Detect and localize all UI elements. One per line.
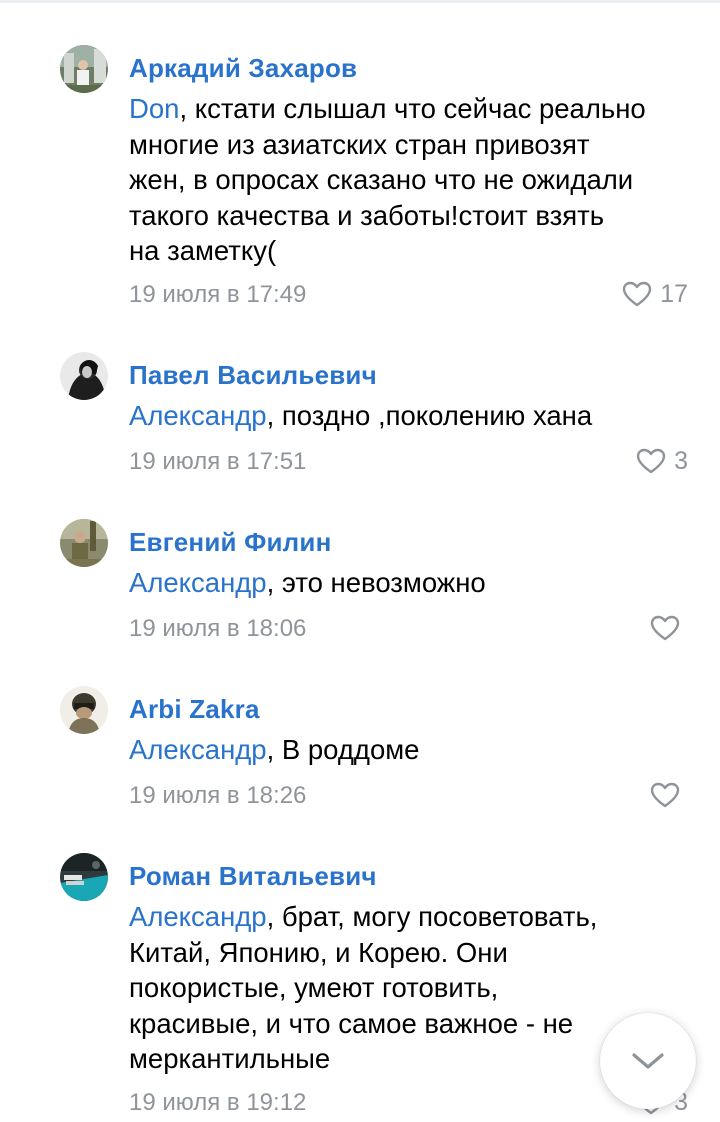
comment-text-line: многие из азиатских стран привозят: [129, 128, 590, 160]
reply-mention-link[interactable]: Александр: [129, 400, 267, 431]
comment-text-line: , кстати слышал что сейчас реально: [179, 93, 646, 124]
like-count: 17: [660, 279, 688, 308]
user-photo-icon: [60, 45, 108, 93]
chevron-down-icon: [632, 1053, 664, 1069]
comment-date[interactable]: 19 июля в 19:12: [129, 1089, 306, 1117]
comment-text: Александр, В роддоме: [129, 732, 699, 768]
comment-text-line: такого качества и заботы!стоит взять: [129, 199, 605, 231]
avatar[interactable]: [60, 853, 108, 901]
comment-author[interactable]: Роман Витальевич: [129, 861, 377, 892]
comment-text-line: , поздно ,поколению хана: [266, 400, 593, 431]
comment-text-line: покористые, умеют готовить,: [129, 972, 499, 1003]
heart-outline-icon: [650, 615, 680, 641]
comment-date[interactable]: 19 июля в 17:51: [129, 448, 306, 476]
comment-text-line: меркантильные: [129, 1043, 331, 1074]
user-photo-icon: [60, 853, 108, 901]
comment-date[interactable]: 19 июля в 18:26: [129, 782, 306, 810]
comment-text-line: на заметку(: [129, 235, 277, 266]
heart-outline-icon: [622, 281, 652, 307]
comment-author[interactable]: Павел Васильевич: [129, 360, 377, 391]
comment-text: Александр, поздно ,поколению хана: [129, 398, 699, 434]
comment-author[interactable]: Аркадий Захаров: [129, 53, 357, 84]
comment-text-line: , В роддоме: [266, 734, 420, 765]
avatar[interactable]: [60, 686, 108, 734]
avatar[interactable]: [60, 519, 108, 567]
reply-mention-link[interactable]: Don: [129, 93, 179, 124]
comment-date[interactable]: 19 июля в 17:49: [129, 281, 306, 309]
avatar[interactable]: [60, 352, 108, 400]
comment-text-line: красивые, и что самое важное - не: [129, 1007, 574, 1039]
reply-mention-link[interactable]: Александр: [129, 567, 267, 598]
comment-text-line: , брат, могу посоветовать,: [266, 901, 598, 932]
comment-author[interactable]: Евгений Филин: [129, 527, 332, 558]
scroll-down-button[interactable]: [600, 1013, 696, 1109]
comment-text: Don, кстати слышал что сейчас реально мн…: [129, 91, 699, 269]
like-button[interactable]: [650, 780, 688, 810]
comment-text: Александр, это невозможно: [129, 565, 699, 601]
reply-mention-link[interactable]: Александр: [129, 901, 267, 932]
reply-mention-link[interactable]: Александр: [129, 734, 267, 765]
heart-outline-icon: [650, 782, 680, 808]
comment-author[interactable]: Arbi Zakra: [129, 694, 260, 725]
like-button[interactable]: 3: [636, 446, 688, 476]
top-divider: [0, 0, 720, 3]
comment-text-line: жен, в опросах сказано что не ожидали: [129, 164, 634, 195]
comment-date[interactable]: 19 июля в 18:06: [129, 615, 306, 643]
avatar[interactable]: [60, 45, 108, 93]
user-photo-icon: [60, 519, 108, 567]
user-photo-icon: [60, 686, 108, 734]
heart-outline-icon: [636, 448, 666, 474]
like-button[interactable]: 17: [622, 279, 688, 309]
like-button[interactable]: [650, 613, 688, 643]
comment-text-line: Китай, Японию, и Корею. Они: [129, 936, 508, 968]
user-photo-icon: [60, 352, 108, 400]
like-count: 3: [674, 446, 688, 475]
comment-text-line: , это невозможно: [266, 567, 486, 598]
